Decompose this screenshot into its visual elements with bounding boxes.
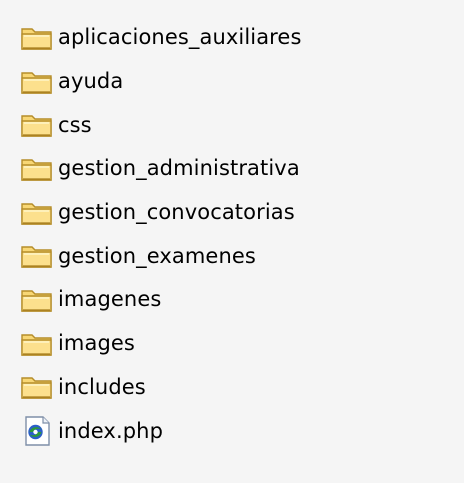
item-label: css — [58, 112, 92, 137]
list-item-images[interactable]: images — [20, 322, 440, 366]
folder-icon — [20, 109, 58, 141]
list-item-gestion-administrativa[interactable]: gestion_administrativa — [20, 147, 440, 191]
item-label: ayuda — [58, 69, 124, 94]
folder-icon — [20, 371, 58, 403]
folder-icon — [20, 22, 58, 54]
folder-icon — [20, 66, 58, 98]
php-file-icon — [20, 415, 58, 447]
file-list: aplicaciones_auxiliares ayuda css gestio… — [20, 16, 440, 453]
list-item-gestion-examenes[interactable]: gestion_examenes — [20, 234, 440, 278]
folder-icon — [20, 153, 58, 185]
folder-icon — [20, 197, 58, 229]
list-item-gestion-convocatorias[interactable]: gestion_convocatorias — [20, 191, 440, 235]
item-label: images — [58, 331, 135, 356]
list-item-css[interactable]: css — [20, 103, 440, 147]
item-label: imagenes — [58, 287, 162, 312]
item-label: gestion_administrativa — [58, 156, 300, 181]
list-item-includes[interactable]: includes — [20, 366, 440, 410]
item-label: gestion_examenes — [58, 243, 256, 268]
list-item-aplicaciones-auxiliares[interactable]: aplicaciones_auxiliares — [20, 16, 440, 60]
folder-icon — [20, 328, 58, 360]
folder-icon — [20, 284, 58, 316]
item-label: gestion_convocatorias — [58, 200, 295, 225]
item-label: aplicaciones_auxiliares — [58, 25, 302, 50]
file-browser-panel: aplicaciones_auxiliares ayuda css gestio… — [0, 0, 464, 483]
folder-icon — [20, 240, 58, 272]
list-item-ayuda[interactable]: ayuda — [20, 60, 440, 104]
list-item-imagenes[interactable]: imagenes — [20, 278, 440, 322]
item-label: includes — [58, 374, 146, 399]
list-item-index-php[interactable]: index.php — [20, 409, 440, 453]
item-label: index.php — [58, 418, 163, 443]
